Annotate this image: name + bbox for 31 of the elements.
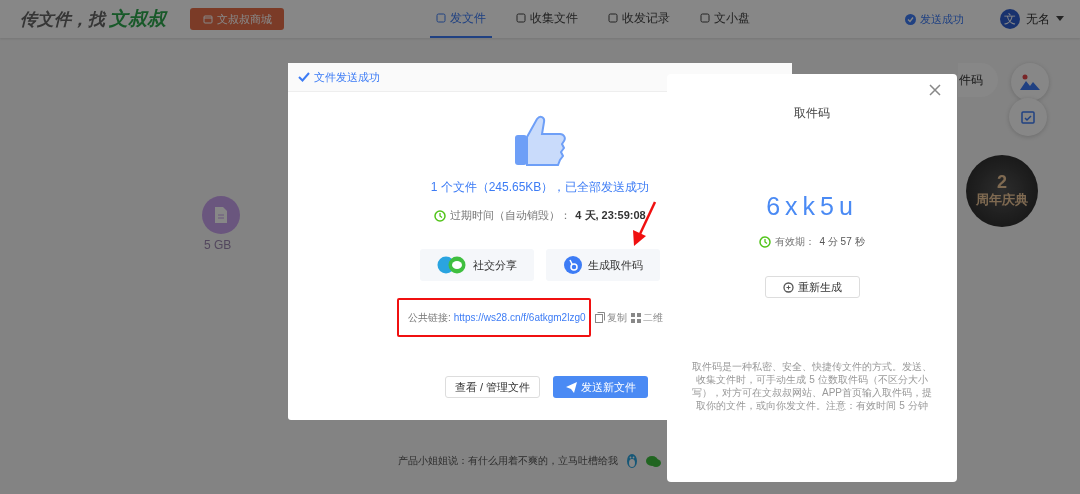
manage-files-button[interactable]: 查看 / 管理文件: [445, 376, 540, 398]
feedback-text: 产品小姐姐说：有什么用着不爽的，立马吐槽给我: [398, 454, 618, 468]
share-option-button[interactable]: 生成取件码: [546, 249, 660, 281]
nav-tab[interactable]: 发文件: [430, 0, 492, 38]
pickup-code-pill[interactable]: 件码: [958, 63, 998, 97]
send-new-file-button[interactable]: 发送新文件: [553, 376, 648, 398]
regenerate-button[interactable]: 重新生成: [764, 276, 860, 298]
nav-tab[interactable]: 收发记录: [602, 0, 676, 38]
send-status[interactable]: 发送成功: [905, 11, 964, 27]
expiry-label: 过期时间（自动销毁）：: [450, 208, 572, 223]
logo-text: 传文件，找: [20, 8, 105, 31]
copy-link[interactable]: 复制: [594, 310, 627, 325]
nav-tab[interactable]: 文小盘: [694, 0, 756, 38]
share-option-button[interactable]: 社交分享: [420, 249, 534, 281]
link-label: 公共链接:: [408, 310, 451, 325]
panel-title: 取件码: [794, 105, 830, 122]
dialog-title: 文件发送成功: [314, 69, 380, 85]
logo-brand[interactable]: 文叔叔: [109, 6, 166, 32]
validity-label: 有效期：: [775, 235, 816, 249]
user-name[interactable]: 无名: [1026, 10, 1050, 28]
share-link[interactable]: https://ws28.cn/f/6atkgm2lzg0: [453, 312, 586, 323]
validity-time: 4 分 57 秒: [819, 235, 865, 249]
user-avatar[interactable]: 文: [1000, 9, 1020, 29]
expiry-time: 4 天, 23:59:08: [575, 208, 646, 223]
pickup-code: 6xk5u: [766, 192, 858, 221]
storage-size: 5 GB: [204, 238, 232, 252]
store-button[interactable]: 文叔叔商城: [190, 8, 284, 30]
qr-code-link[interactable]: 二维: [630, 310, 663, 325]
nav-tab[interactable]: 收集文件: [510, 0, 584, 38]
send-summary: 1 个文件（245.65KB），已全部发送成功: [430, 179, 650, 196]
anniversary-badge[interactable]: 2 周年庆典: [966, 155, 1038, 227]
